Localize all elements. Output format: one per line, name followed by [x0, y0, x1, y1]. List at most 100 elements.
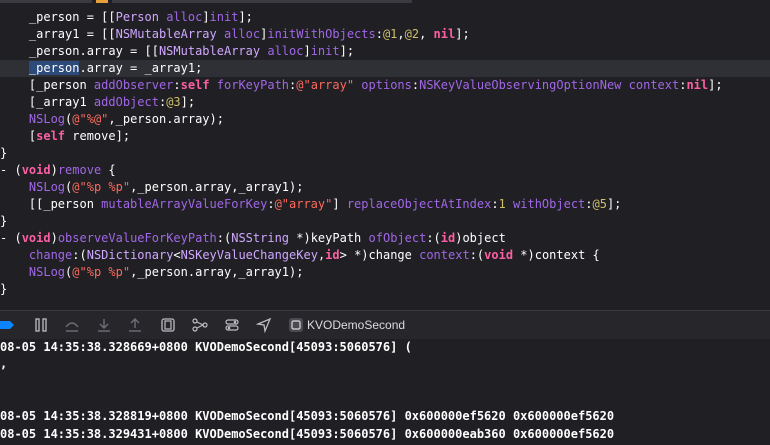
code-token: context	[628, 78, 680, 92]
code-token: }	[0, 282, 8, 296]
console-line: ,	[0, 357, 8, 372]
code-token: addObject	[93, 95, 159, 109]
code-token: :(	[426, 231, 441, 245]
code-token: alloc	[166, 10, 203, 24]
code-line[interactable]: _person.array = _array1;	[0, 60, 770, 77]
code-token: Person	[115, 10, 159, 24]
code-token: :	[585, 197, 593, 211]
code-token: ]	[303, 44, 311, 58]
code-token: alloc	[223, 27, 261, 41]
code-token: _array1 = [[	[0, 27, 116, 41]
code-token: id	[440, 231, 456, 245]
code-token: self	[180, 78, 210, 92]
code-line[interactable]: - (void)remove {	[0, 162, 116, 179]
code-token: initWithObjects	[267, 27, 376, 41]
code-line[interactable]: NSLog(@"%@",_person.array);	[0, 111, 224, 128]
code-token: ];	[339, 44, 355, 58]
code-token: > *)change	[339, 248, 420, 262]
app-icon	[288, 317, 304, 333]
debug-console[interactable]: 08-05 14:35:38.328669+0800 KVODemoSecond…	[0, 339, 770, 445]
environment-overrides-icon[interactable]	[224, 317, 240, 333]
breakpoints-toggle-icon[interactable]	[0, 317, 14, 333]
code-token: - (	[0, 231, 22, 245]
code-token: )	[50, 163, 58, 177]
scheme-label[interactable]: KVODemoSecond	[307, 316, 405, 334]
code-token: NSDictionary	[86, 248, 174, 262]
code-token: void	[21, 231, 51, 245]
code-token: [_person	[0, 78, 94, 92]
code-token: nil	[686, 78, 709, 92]
code-line[interactable]: - (void)observeValueForKeyPath:(NSString…	[0, 230, 506, 247]
code-token: :(	[72, 248, 87, 262]
code-line[interactable]: [_array1 addObject:@3];	[0, 94, 195, 111]
code-token: self	[36, 129, 66, 143]
code-token: @"%p %p"	[72, 180, 131, 194]
code-token: }	[0, 146, 8, 160]
code-token: id	[325, 248, 340, 262]
code-token: *)keyPath	[289, 231, 369, 245]
code-line[interactable]: [_person addObserver:self forKeyPath:@"a…	[0, 77, 723, 94]
code-token: - (	[0, 163, 22, 177]
code-token: :(	[469, 248, 485, 262]
code-token: 1	[498, 197, 506, 211]
code-token: :	[375, 27, 383, 41]
code-token: :	[491, 197, 499, 211]
code-token: {	[101, 163, 116, 177]
code-token: :	[173, 78, 181, 92]
code-token: @1	[382, 27, 398, 41]
code-token: ,	[419, 27, 434, 41]
code-token: ]	[332, 197, 347, 211]
code-line[interactable]: }	[0, 213, 7, 230]
step-out-icon[interactable]	[127, 317, 143, 333]
code-token: _person.	[0, 44, 87, 58]
console-line: 08-05 14:35:38.328819+0800 KVODemoSecond…	[0, 409, 615, 424]
tab-bar-fragment	[0, 0, 770, 3]
code-token: mutableArrayValueForKey	[101, 197, 268, 211]
code-token: options	[361, 78, 412, 92]
code-token: = [[	[122, 44, 159, 58]
code-token: ,_person.array);	[108, 112, 224, 126]
view-hierarchy-icon[interactable]	[160, 317, 176, 333]
code-line[interactable]: NSLog(@"%p %p",_person.array,_array1);	[0, 264, 304, 281]
memory-graph-icon[interactable]	[192, 317, 208, 333]
code-token: ,	[397, 27, 405, 41]
code-token: _person	[28, 61, 80, 75]
code-line[interactable]: _array1 = [[NSMutableArray alloc]initWit…	[0, 26, 470, 43]
step-into-icon[interactable]	[96, 317, 112, 333]
code-token: NSMutableArray	[158, 44, 261, 58]
code-token: @"array"	[274, 197, 333, 211]
code-token: NSLog	[28, 265, 66, 279]
step-over-icon[interactable]	[64, 317, 80, 333]
code-line[interactable]: [[_person mutableArrayValueForKey:@"arra…	[0, 196, 622, 213]
code-token: NSKeyValueObservingOptionNew	[419, 78, 622, 92]
code-token: @"%p %p"	[72, 265, 131, 279]
code-line[interactable]: _person.array = [[NSMutableArray alloc]i…	[0, 43, 354, 60]
code-token: ];	[606, 197, 622, 211]
console-line: 08-05 14:35:38.329431+0800 KVODemoSecond…	[0, 426, 615, 441]
code-token: ];	[180, 95, 196, 109]
code-line[interactable]: }	[0, 145, 7, 162]
code-line[interactable]: change:(NSDictionary<NSKeyValueChangeKey…	[0, 247, 600, 264]
code-line[interactable]: _person = [[Person alloc]init];	[0, 9, 253, 26]
swift-file-icon	[96, 0, 108, 3]
code-editor[interactable]: _person = [[Person alloc]init]; _array1 …	[0, 0, 770, 310]
code-token: init	[209, 10, 239, 24]
debug-bar: KVODemoSecond	[0, 310, 770, 340]
code-line[interactable]: [self remove];	[0, 128, 130, 145]
code-token: replaceObjectAtIndex	[346, 197, 492, 211]
code-line[interactable]: }	[0, 281, 7, 298]
code-token: ofObject	[368, 231, 427, 245]
code-token: remove];	[65, 129, 131, 143]
simulate-location-icon[interactable]	[256, 317, 272, 333]
code-line[interactable]: NSLog(@"%p %p",_person.array,_array1);	[0, 179, 304, 196]
pause-icon[interactable]	[33, 317, 49, 333]
code-token: forKeyPath	[216, 78, 290, 92]
code-token: )	[50, 231, 58, 245]
